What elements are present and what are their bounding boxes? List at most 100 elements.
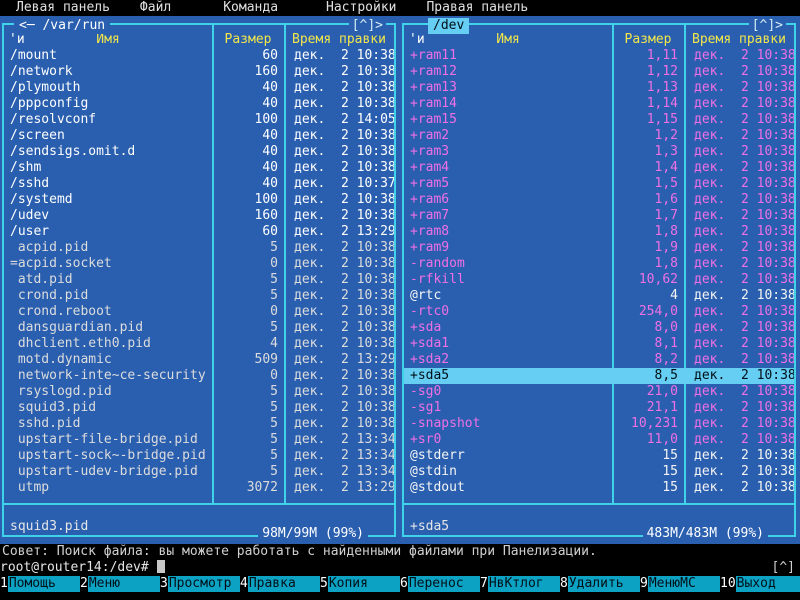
file-row[interactable]: network-inte~ce-security 0 дек. 2 10:38: [4, 368, 394, 384]
file-row[interactable]: +ram5 1,5 дек. 2 10:38: [404, 176, 794, 192]
column-header-name[interactable]: Имя: [404, 32, 612, 48]
column-header-size[interactable]: Размер: [212, 32, 284, 48]
file-row[interactable]: +sda1 8,1 дек. 2 10:38: [404, 336, 794, 352]
file-row[interactable]: -rfkill 10,62 дек. 2 10:38: [404, 272, 794, 288]
file-row[interactable]: @stdin 15 дек. 2 10:38: [404, 464, 794, 480]
file-row[interactable]: /screen 40 дек. 2 10:38: [4, 128, 394, 144]
file-row[interactable]: crond.pid 5 дек. 2 10:38: [4, 288, 394, 304]
left-panel-scroll-up-icon[interactable]: [^]>: [348, 18, 386, 34]
file-row[interactable]: +ram12 1,12 дек. 2 10:38: [404, 64, 794, 80]
right-panel-path[interactable]: /dev: [428, 18, 470, 34]
fkey-10[interactable]: 10 Выход: [720, 576, 800, 592]
fkey-5[interactable]: 5 Копия: [320, 576, 400, 592]
file-row[interactable]: crond.reboot 0 дек. 2 10:38: [4, 304, 394, 320]
file-row[interactable]: /resolvconf 100 дек. 2 14:05: [4, 112, 394, 128]
column-header-mtime[interactable]: Время правки: [684, 32, 794, 48]
file-row[interactable]: utmp 3072 дек. 2 13:29: [4, 480, 394, 496]
file-row[interactable]: +ram9 1,9 дек. 2 10:38: [404, 240, 794, 256]
column-header-size[interactable]: Размер: [612, 32, 684, 48]
fkey-6[interactable]: 6 Перенос: [400, 576, 480, 592]
cell-mtime: дек. 2 10:38: [294, 400, 394, 415]
file-row[interactable]: -snapshot 10,231 дек. 2 10:38: [404, 416, 794, 432]
file-row[interactable]: /sendsigs.omit.d 40 дек. 2 10:38: [4, 144, 394, 160]
cell-size: 40: [262, 96, 278, 111]
fkey-4[interactable]: 4 Правка: [240, 576, 320, 592]
cell-size: 8,1: [654, 336, 678, 351]
cell-mtime: дек. 2 10:38: [694, 112, 794, 127]
column-header-mtime[interactable]: Время правки: [284, 32, 394, 48]
file-row[interactable]: @rtc 4 дек. 2 10:38: [404, 288, 794, 304]
file-row[interactable]: @stdout 15 дек. 2 10:38: [404, 480, 794, 496]
cell-size: 0: [270, 368, 278, 383]
file-row[interactable]: +ram6 1,6 дек. 2 10:38: [404, 192, 794, 208]
file-row[interactable]: +ram14 1,14 дек. 2 10:38: [404, 96, 794, 112]
file-row[interactable]: upstart-sock~-bridge.pid 5 дек. 2 13:34: [4, 448, 394, 464]
file-row[interactable]: /sshd 40 дек. 2 10:37: [4, 176, 394, 192]
file-row[interactable]: -random 1,8 дек. 2 10:38: [404, 256, 794, 272]
file-row[interactable]: +ram7 1,7 дек. 2 10:38: [404, 208, 794, 224]
file-row[interactable]: motd.dynamic 509 дек. 2 13:29: [4, 352, 394, 368]
file-row[interactable]: +sda 8,0 дек. 2 10:38: [404, 320, 794, 336]
fkey-label: Перенос: [407, 576, 480, 592]
fkey-2[interactable]: 2 Меню: [80, 576, 160, 592]
fkey-1[interactable]: 1 Помощь: [0, 576, 80, 592]
file-row[interactable]: /systemd 100 дек. 2 10:38: [4, 192, 394, 208]
column-header-name[interactable]: Имя: [4, 32, 212, 48]
right-panel-scroll-up-icon[interactable]: [^]>: [748, 18, 786, 34]
menu-item[interactable]: Настройки: [326, 0, 396, 16]
cell-mtime: дек. 2 10:38: [694, 208, 794, 223]
file-row[interactable]: sshd.pid 5 дек. 2 10:38: [4, 416, 394, 432]
file-row[interactable]: /network 160 дек. 2 10:38: [4, 64, 394, 80]
menu-item[interactable]: Левая панель: [16, 0, 110, 16]
fkey-label: Помощь: [7, 576, 80, 592]
file-row[interactable]: -sg1 21,1 дек. 2 10:38: [404, 400, 794, 416]
file-row[interactable]: +ram15 1,15 дек. 2 10:38: [404, 112, 794, 128]
left-panel-path[interactable]: <─ /var/run: [14, 18, 111, 34]
file-row[interactable]: +ram4 1,4 дек. 2 10:38: [404, 160, 794, 176]
menu-item[interactable]: Правая панель: [426, 0, 528, 16]
menu-item[interactable]: Команда: [223, 0, 278, 16]
file-row[interactable]: /mount 60 дек. 2 10:38: [4, 48, 394, 64]
file-row[interactable]: dansguardian.pid 5 дек. 2 10:38: [4, 320, 394, 336]
file-row[interactable]: +sr0 11,0 дек. 2 10:38: [404, 432, 794, 448]
cell-name: /network: [10, 64, 73, 79]
file-row[interactable]: /udev 160 дек. 2 10:38: [4, 208, 394, 224]
file-row[interactable]: squid3.pid 5 дек. 2 10:38: [4, 400, 394, 416]
cell-name: +sr0: [410, 432, 442, 447]
cell-mtime: дек. 2 10:38: [694, 64, 794, 79]
file-row[interactable]: upstart-file-bridge.pid 5 дек. 2 13:34: [4, 432, 394, 448]
file-row[interactable]: -sg0 21,0 дек. 2 10:38: [404, 384, 794, 400]
file-row[interactable]: /pppconfig 40 дек. 2 10:38: [4, 96, 394, 112]
file-row[interactable]: /user 60 дек. 2 13:29: [4, 224, 394, 240]
fkey-label: НвКтлог: [487, 576, 560, 592]
file-row[interactable]: +sda2 8,2 дек. 2 10:38: [404, 352, 794, 368]
fkey-9[interactable]: 9 МенюМС: [640, 576, 720, 592]
fkey-8[interactable]: 8 Удалить: [560, 576, 640, 592]
file-row[interactable]: /plymouth 40 дек. 2 10:38: [4, 80, 394, 96]
command-line[interactable]: root@router14:/dev# [^]: [0, 560, 800, 576]
file-row[interactable]: /shm 40 дек. 2 10:38: [4, 160, 394, 176]
fkey-3[interactable]: 3 Просмотр: [160, 576, 240, 592]
file-row[interactable]: -rtc0 254,0 дек. 2 10:38: [404, 304, 794, 320]
file-row-selected[interactable]: +sda5 8,5 дек. 2 10:38: [404, 368, 794, 384]
file-row[interactable]: acpid.pid 5 дек. 2 10:38: [4, 240, 394, 256]
file-row[interactable]: =acpid.socket 0 дек. 2 10:38: [4, 256, 394, 272]
right-panel-header: 'и Имя Размер Время правки: [404, 32, 794, 48]
fkey-7[interactable]: 7 НвКтлог: [480, 576, 560, 592]
file-row[interactable]: +ram13 1,13 дек. 2 10:38: [404, 80, 794, 96]
file-row[interactable]: dhclient.eth0.pid 4 дек. 2 10:38: [4, 336, 394, 352]
fkey-number: 7: [480, 576, 488, 592]
file-row[interactable]: @stderr 15 дек. 2 10:38: [404, 448, 794, 464]
file-row[interactable]: rsyslogd.pid 5 дек. 2 10:38: [4, 384, 394, 400]
file-row[interactable]: +ram3 1,3 дек. 2 10:38: [404, 144, 794, 160]
cell-name: motd.dynamic: [10, 352, 112, 367]
cell-name: /mount: [10, 48, 57, 63]
history-marker[interactable]: [^]: [772, 560, 795, 576]
fkey-number: 1: [0, 576, 8, 592]
file-row[interactable]: atd.pid 5 дек. 2 10:38: [4, 272, 394, 288]
file-row[interactable]: +ram11 1,11 дек. 2 10:38: [404, 48, 794, 64]
file-row[interactable]: upstart-udev-bridge.pid 5 дек. 2 13:34: [4, 464, 394, 480]
menu-item[interactable]: Файл: [140, 0, 171, 16]
file-row[interactable]: +ram2 1,2 дек. 2 10:38: [404, 128, 794, 144]
file-row[interactable]: +ram8 1,8 дек. 2 10:38: [404, 224, 794, 240]
